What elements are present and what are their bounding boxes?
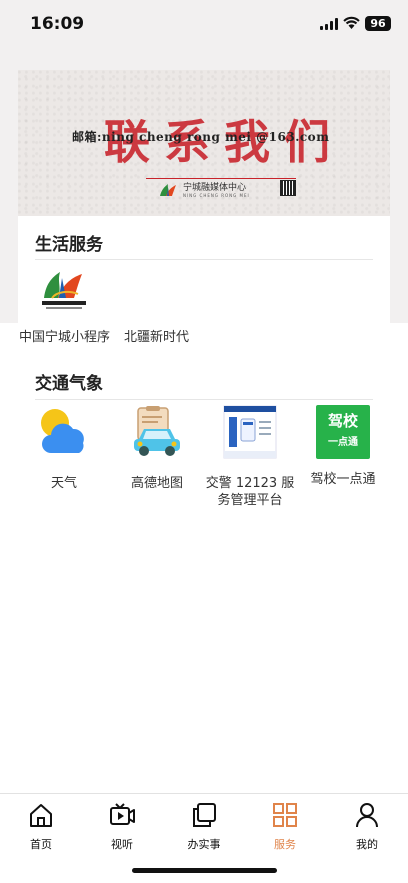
banner-email: 邮箱:ning cheng rong mei @163.com (72, 130, 330, 144)
driving-school-icon: 驾校 一点通 (316, 405, 370, 459)
contact-us-banner[interactable]: 联系我们 邮箱:ning cheng rong mei @163.com 宁城融… (18, 70, 390, 216)
driving-school-label: 驾校一点通 (310, 472, 376, 487)
section-divider (35, 399, 373, 400)
ningcheng-media-logo-icon[interactable] (38, 268, 90, 314)
weather-icon (41, 409, 84, 453)
tab-services-label: 服务 (274, 838, 296, 851)
driving-school-tile[interactable]: 驾校 一点通 驾校一点通 (298, 405, 388, 488)
tab-tasks[interactable]: 办实事 (174, 802, 234, 852)
banner-logo-name: 宁城融媒体中心 (183, 183, 247, 193)
tab-tasks-label: 办实事 (187, 838, 221, 851)
home-indicator (132, 868, 277, 873)
life-services-card: 生活服务 (18, 216, 390, 323)
tab-video-label: 视听 (111, 838, 133, 851)
weather-label: 天气 (50, 476, 77, 491)
amap-tile[interactable]: 高德地图 (112, 405, 202, 492)
tab-services[interactable]: 服务 (255, 802, 315, 852)
tab-video[interactable]: 视听 (92, 802, 152, 852)
status-bar: 16:09 96 (0, 0, 408, 50)
life-services-title: 生活服务 (35, 235, 103, 255)
pages-icon (193, 803, 216, 827)
driving-badge-line1: 驾校 (327, 412, 358, 430)
amap-car-icon (134, 406, 180, 456)
tab-mine[interactable]: 我的 (337, 802, 397, 852)
mini-program-ningcheng[interactable]: 中国宁城小程序 (19, 326, 110, 345)
banner-logo-sub: NING CHENG RONG MEI (183, 193, 250, 198)
status-time: 16:09 (30, 14, 85, 34)
qr-code-icon (280, 180, 296, 196)
traffic-police-label: 交警 12123 服务管理平台 (205, 476, 295, 508)
traffic-police-app-icon (223, 405, 277, 459)
home-icon (30, 804, 52, 827)
video-icon (110, 803, 135, 825)
section-divider (35, 259, 373, 260)
mini-program-beijiang[interactable]: 北疆新时代 (124, 326, 189, 345)
wifi-icon (343, 16, 360, 29)
tab-home[interactable]: 首页 (11, 802, 71, 852)
weather-tile[interactable]: 天气 (19, 405, 109, 492)
traffic-police-tile[interactable]: 交警 12123 服务管理平台 (205, 405, 295, 509)
tab-home-label: 首页 (30, 838, 52, 851)
tab-mine-label: 我的 (356, 838, 378, 851)
user-icon (356, 803, 378, 828)
battery-indicator: 96 (365, 16, 391, 31)
amap-label: 高德地图 (130, 476, 183, 491)
traffic-weather-section: 交通气象 (0, 323, 408, 793)
driving-badge-line2: 一点通 (328, 437, 358, 448)
ningcheng-media-logo-icon (160, 184, 176, 196)
cellular-signal-icon (320, 18, 338, 30)
traffic-weather-title: 交通气象 (35, 374, 103, 394)
grid-icon (273, 803, 297, 827)
banner-divider (146, 178, 296, 179)
